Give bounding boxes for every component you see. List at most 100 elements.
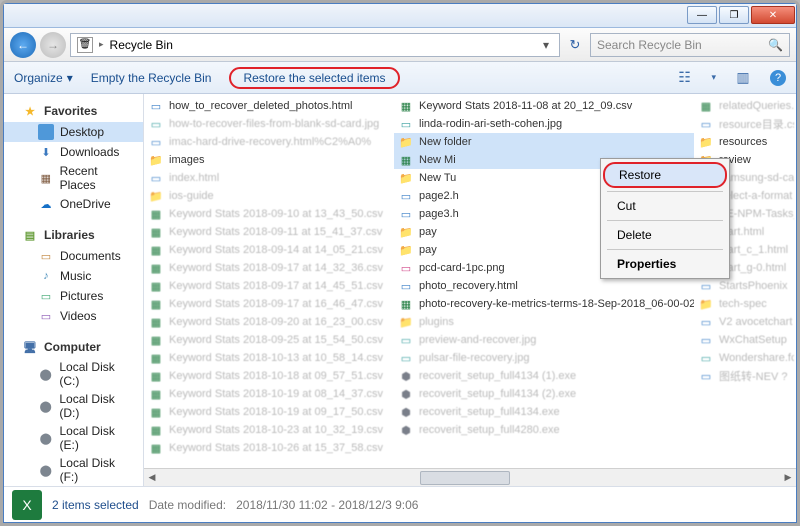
file-item[interactable]: ▭WxChatSetup (694, 331, 794, 349)
file-item[interactable]: ▦Keyword Stats 2018-09-17 at 16_46_47.cs… (144, 295, 394, 313)
sidebar-group-computer[interactable]: 🖥Computer (4, 336, 143, 358)
close-button[interactable]: ✕ (751, 6, 795, 24)
file-icon: ▭ (398, 206, 414, 222)
breadcrumb[interactable]: 🗑 ▸ Recycle Bin ▾ (70, 33, 560, 57)
file-item[interactable]: ▦Keyword Stats 2018-10-13 at 10_58_14.cs… (144, 349, 394, 367)
sidebar-item-onedrive[interactable]: ☁OneDrive (4, 194, 143, 214)
selection-count: 2 items selected (52, 498, 139, 512)
scroll-right-button[interactable]: ▶ (780, 470, 796, 486)
file-item[interactable]: ⬢recoverit_setup_full4134 (2).exe (394, 385, 694, 403)
file-item[interactable]: ▭imac-hard-drive-recovery.html%C2%A0% (144, 133, 394, 151)
file-name: recoverit_setup_full4134 (2).exe (419, 388, 576, 400)
file-item[interactable]: ▦Keyword Stats 2018-10-23 at 10_32_19.cs… (144, 421, 394, 439)
sidebar-item-disk-c[interactable]: ⬤Local Disk (C:) (4, 358, 143, 390)
file-item[interactable]: ⬢recoverit_setup_full4134.exe (394, 403, 694, 421)
sidebar-item-disk-d[interactable]: ⬤Local Disk (D:) (4, 390, 143, 422)
chevron-down-icon[interactable]: ▾ (711, 72, 716, 83)
minimize-button[interactable]: — (687, 6, 717, 24)
sidebar-item-downloads[interactable]: ⬇Downloads (4, 142, 143, 162)
sidebar-item-videos[interactable]: ▭Videos (4, 306, 143, 326)
ctx-separator (607, 191, 723, 192)
restore-selected-button[interactable]: Restore the selected items (229, 67, 399, 89)
scroll-track[interactable] (160, 470, 780, 486)
scroll-thumb[interactable] (420, 471, 510, 485)
search-input[interactable]: Search Recycle Bin 🔍 (590, 33, 790, 57)
file-item[interactable]: ▦Keyword Stats 2018-10-18 at 09_57_51.cs… (144, 367, 394, 385)
file-item[interactable]: ▦Keyword Stats 2018-10-19 at 09_17_50.cs… (144, 403, 394, 421)
file-item[interactable]: ▭preview-and-recover.jpg (394, 331, 694, 349)
sidebar-item-pictures[interactable]: ▭Pictures (4, 286, 143, 306)
file-item[interactable]: ▭pulsar-file-recovery.jpg (394, 349, 694, 367)
file-item[interactable]: ▦Keyword Stats 2018-09-11 at 15_41_37.cs… (144, 223, 394, 241)
maximize-button[interactable]: ❐ (719, 6, 749, 24)
file-item[interactable]: ▭ resource目录.cs (694, 115, 794, 133)
empty-recycle-bin-button[interactable]: Empty the Recycle Bin (91, 71, 212, 85)
sidebar-group-libraries[interactable]: ▤Libraries (4, 224, 143, 246)
file-name: Keyword Stats 2018-10-13 at 10_58_14.csv (169, 352, 383, 364)
file-item[interactable]: ▦Keyword Stats 2018-10-26 at 15_37_58.cs… (144, 439, 394, 457)
file-item[interactable]: ▦photo-recovery-ke-metrics-terms-18-Sep-… (394, 295, 694, 313)
file-item[interactable]: ▦Keyword Stats 2018-11-08 at 20_12_09.cs… (394, 97, 694, 115)
file-item[interactable]: ▭how-to-recover-files-from-blank-sd-card… (144, 115, 394, 133)
ctx-restore[interactable]: Restore (603, 162, 727, 188)
file-item[interactable]: ▦Keyword Stats 2018-09-17 at 14_45_51.cs… (144, 277, 394, 295)
organize-menu[interactable]: Organize▾ (14, 71, 73, 85)
ctx-cut[interactable]: Cut (603, 195, 727, 217)
file-item[interactable]: ▦relatedQueries.cs (694, 97, 794, 115)
file-item[interactable]: 📁plugins (394, 313, 694, 331)
file-item[interactable]: ▭how_to_recover_deleted_photos.html (144, 97, 394, 115)
file-name: pay (419, 244, 437, 256)
preview-pane-button[interactable]: ▥ (734, 69, 752, 87)
file-item[interactable]: ▭StartsPhoenix (694, 277, 794, 295)
file-name: WxChatSetup (719, 334, 787, 346)
file-item[interactable]: ▭index.html (144, 169, 394, 187)
sidebar-group-favorites[interactable]: ★Favorites (4, 100, 143, 122)
file-item[interactable]: 📁New folder (394, 133, 694, 151)
file-item[interactable]: ▭Wondershare.fc (694, 349, 794, 367)
nav-bar: ← → 🗑 ▸ Recycle Bin ▾ ↻ Search Recycle B… (4, 28, 796, 62)
file-item[interactable]: ▭linda-rodin-ari-seth-cohen.jpg (394, 115, 694, 133)
file-item[interactable]: ▦Keyword Stats 2018-09-17 at 14_32_36.cs… (144, 259, 394, 277)
sidebar-item-recent-places[interactable]: ▦Recent Places (4, 162, 143, 194)
sidebar-item-desktop[interactable]: Desktop (4, 122, 143, 142)
file-item[interactable]: ▦Keyword Stats 2018-09-10 at 13_43_50.cs… (144, 205, 394, 223)
sidebar-item-music[interactable]: ♪Music (4, 266, 143, 286)
refresh-button[interactable]: ↻ (564, 37, 586, 53)
file-icon: ▦ (398, 296, 414, 312)
back-button[interactable]: ← (10, 32, 36, 58)
file-item[interactable]: ▦Keyword Stats 2018-09-20 at 16_23_00.cs… (144, 313, 394, 331)
view-options-button[interactable]: ☷ (675, 69, 693, 87)
file-name: Keyword Stats 2018-09-25 at 15_54_50.csv (169, 334, 383, 346)
file-item[interactable]: 📁images (144, 151, 394, 169)
file-item[interactable]: ▦Keyword Stats 2018-10-19 at 08_14_37.cs… (144, 385, 394, 403)
file-item[interactable]: ▭V2 avocetchart (694, 313, 794, 331)
ctx-delete[interactable]: Delete (603, 224, 727, 246)
file-item[interactable]: ▭photo_recovery.html (394, 277, 694, 295)
sidebar-item-disk-e[interactable]: ⬤Local Disk (E:) (4, 422, 143, 454)
file-name: images (169, 154, 204, 166)
file-item[interactable]: 📁tech-spec (694, 295, 794, 313)
help-button[interactable]: ? (770, 70, 786, 86)
file-item[interactable]: ⬢recoverit_setup_full4280.exe (394, 421, 694, 439)
sidebar-item-documents[interactable]: ▭Documents (4, 246, 143, 266)
scroll-left-button[interactable]: ◀ (144, 470, 160, 486)
file-item[interactable]: ▦Keyword Stats 2018-09-25 at 15_54_50.cs… (144, 331, 394, 349)
file-icon: ▭ (698, 116, 714, 132)
sidebar-item-disk-f[interactable]: ⬤Local Disk (F:) (4, 454, 143, 486)
forward-button[interactable]: → (40, 32, 66, 58)
file-icon: ▦ (398, 98, 414, 114)
ctx-properties[interactable]: Properties (603, 253, 727, 275)
file-icon: ▭ (148, 134, 164, 150)
file-item[interactable]: 📁resources (694, 133, 794, 151)
file-name: Wondershare.fc (719, 352, 794, 364)
horizontal-scrollbar[interactable]: ◀ ▶ (144, 468, 796, 486)
ctx-separator (607, 220, 723, 221)
breadcrumb-dropdown[interactable]: ▾ (539, 38, 553, 52)
file-item[interactable]: ▦Keyword Stats 2018-09-14 at 14_05_21.cs… (144, 241, 394, 259)
file-name: resource目录.cs (719, 116, 794, 132)
file-name: recoverit_setup_full4134 (1).exe (419, 370, 576, 382)
file-item[interactable]: 📁ios-guide (144, 187, 394, 205)
breadcrumb-location[interactable]: Recycle Bin (110, 38, 173, 52)
file-item[interactable]: ▭图纸转-NEV ? (694, 367, 794, 385)
file-item[interactable]: ⬢recoverit_setup_full4134 (1).exe (394, 367, 694, 385)
